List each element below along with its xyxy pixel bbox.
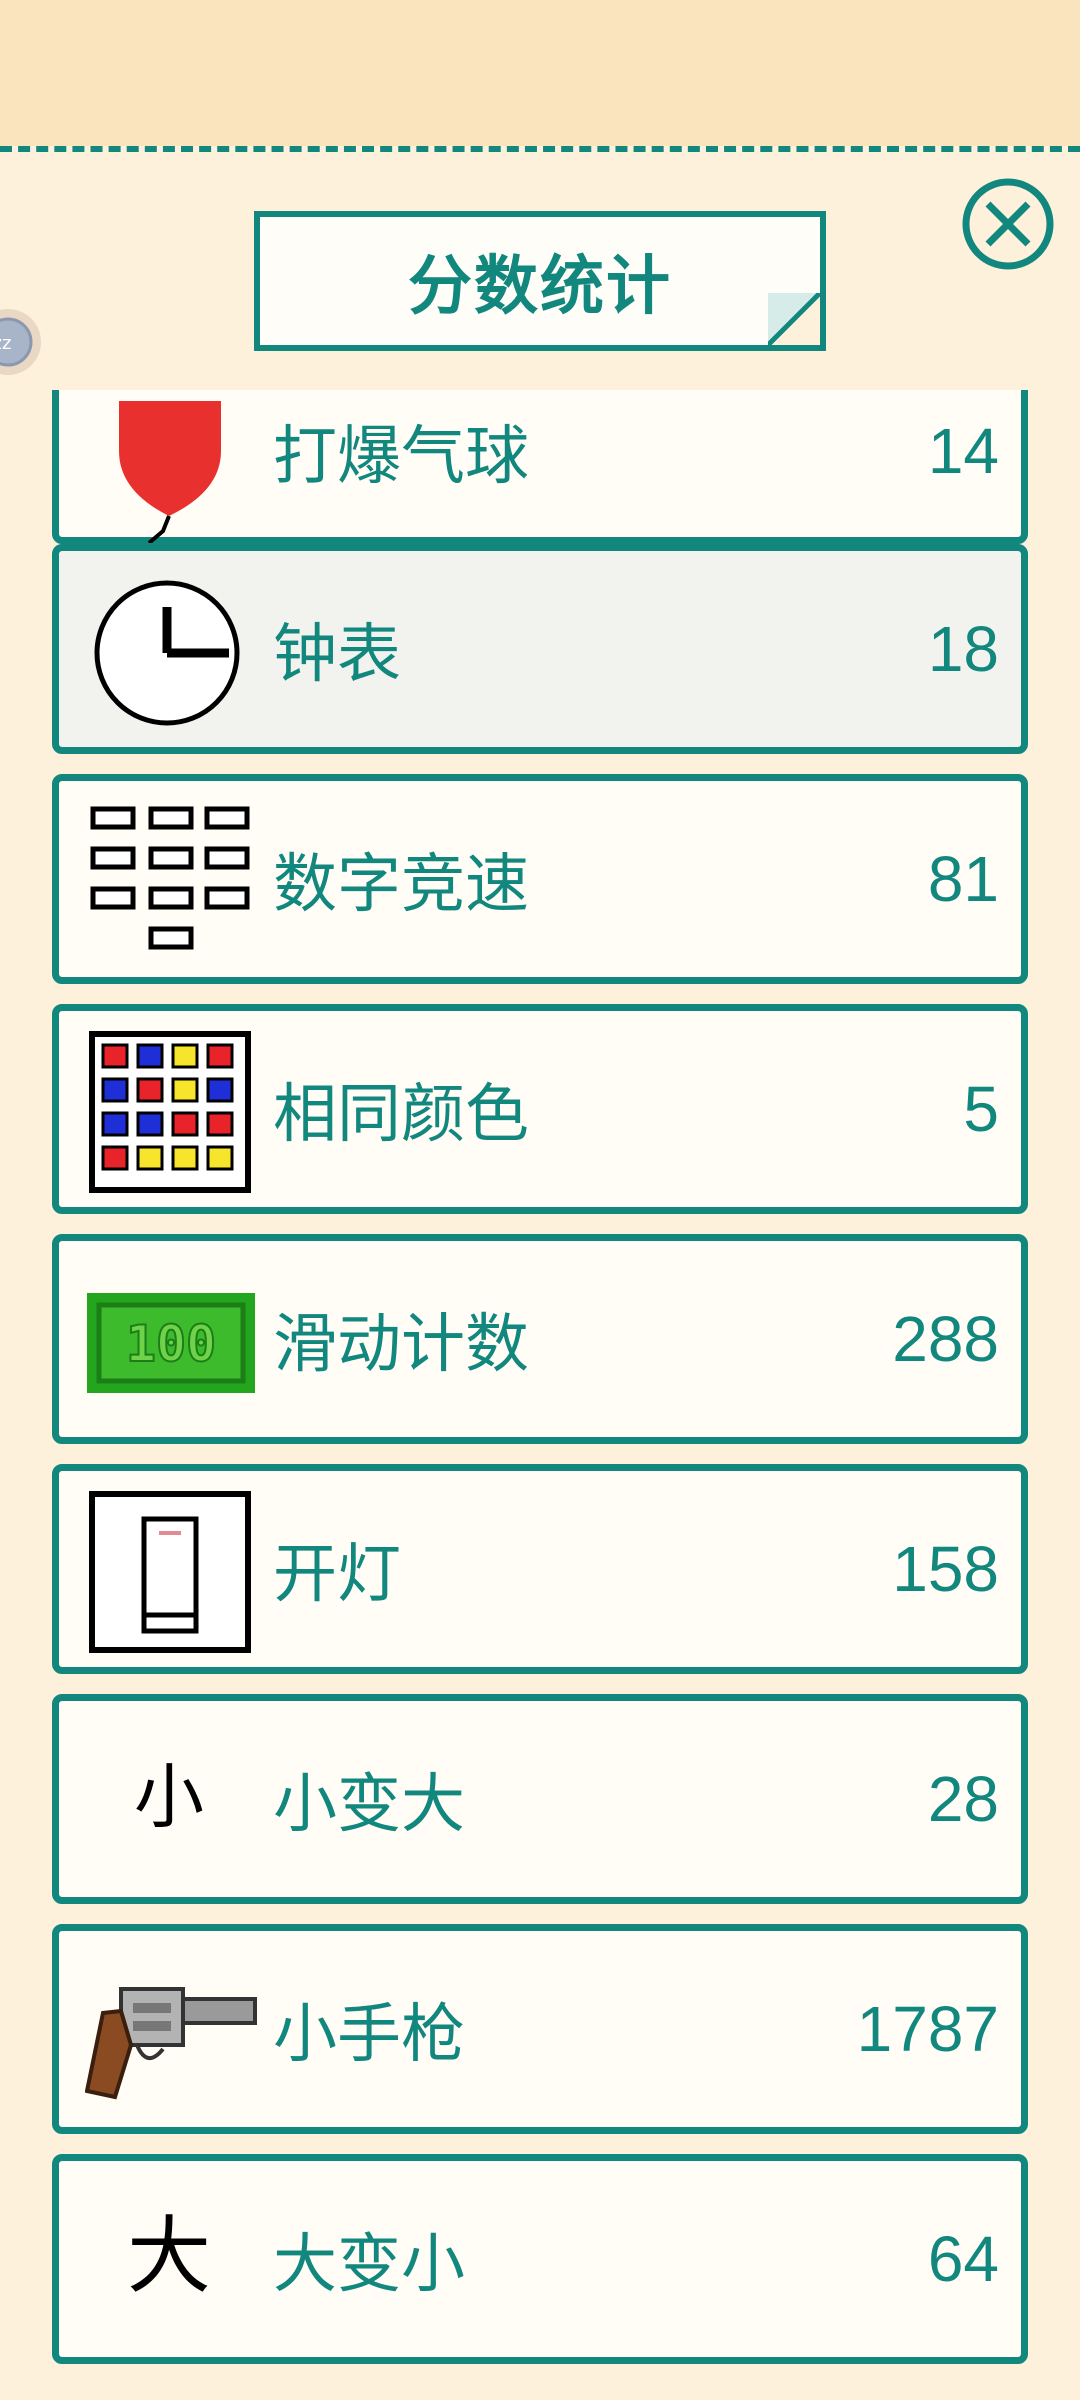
list-item-label: 相同颜色 xyxy=(273,1078,529,1152)
number-grid-icon xyxy=(90,806,250,950)
list-item-score: 158 xyxy=(892,1533,999,1605)
list-item-label: 开灯 xyxy=(273,1538,401,1612)
sleep-badge-icon[interactable]: zz xyxy=(0,302,42,382)
list-item-score: 81 xyxy=(927,843,999,915)
list-item-balloon[interactable]: 打爆气球 14 xyxy=(52,390,1028,544)
list-item-small-to-big[interactable]: 小 小变大 28 xyxy=(52,1694,1028,1904)
balloon-icon xyxy=(119,401,221,543)
list-item-swipe-count[interactable]: 100 滑动计数 288 xyxy=(52,1234,1028,1444)
banknote-text: 100 xyxy=(126,1315,216,1373)
close-icon[interactable] xyxy=(960,176,1056,272)
page-title: 分数统计 xyxy=(408,250,672,324)
list-item-score: 288 xyxy=(892,1303,999,1375)
list-item-same-color[interactable]: 相同颜色 5 xyxy=(52,1004,1028,1214)
badge-text: zz xyxy=(0,333,11,354)
score-list[interactable]: 打爆气球 14 钟表 18 数字竞速 81 相同颜色 5 100 滑动计数 28… xyxy=(0,390,1080,2400)
list-item-small-gun[interactable]: 小手枪 1787 xyxy=(52,1924,1028,2134)
small-char-icon: 小 xyxy=(134,1756,204,1838)
light-switch-icon xyxy=(89,1491,251,1653)
list-item-score: 5 xyxy=(963,1073,999,1145)
list-item-score: 14 xyxy=(927,414,999,487)
list-item-clock[interactable]: 钟表 18 xyxy=(52,544,1028,754)
list-item-score: 64 xyxy=(927,2223,999,2295)
list-item-number-race[interactable]: 数字竞速 81 xyxy=(52,774,1028,984)
list-item-score: 28 xyxy=(927,1763,999,1835)
list-item-label: 小变大 xyxy=(273,1768,465,1842)
color-grid-icon xyxy=(89,1031,251,1193)
revolver-icon xyxy=(85,1987,257,2100)
list-item-label: 小手枪 xyxy=(273,1998,465,2072)
big-char-icon: 大 xyxy=(127,2207,211,2305)
banknote-icon: 100 xyxy=(87,1293,255,1393)
small-char-glyph: 小 xyxy=(134,1756,204,1838)
list-item-label: 打爆气球 xyxy=(273,419,529,494)
clock-icon xyxy=(94,580,240,726)
list-item-label: 数字竞速 xyxy=(273,848,529,922)
list-item-big-to-small[interactable]: 大 大变小 64 xyxy=(52,2154,1028,2364)
list-item-label: 钟表 xyxy=(273,618,401,692)
title-banner: 分数统计 xyxy=(254,211,826,351)
list-item-light-switch[interactable]: 开灯 158 xyxy=(52,1464,1028,1674)
big-char-glyph: 大 xyxy=(127,2207,211,2305)
list-item-label: 滑动计数 xyxy=(273,1308,529,1382)
page-fold-icon xyxy=(768,293,820,345)
list-item-score: 18 xyxy=(927,613,999,685)
top-band xyxy=(0,0,1080,146)
list-item-score: 1787 xyxy=(856,1993,999,2065)
list-item-label: 大变小 xyxy=(273,2228,465,2302)
